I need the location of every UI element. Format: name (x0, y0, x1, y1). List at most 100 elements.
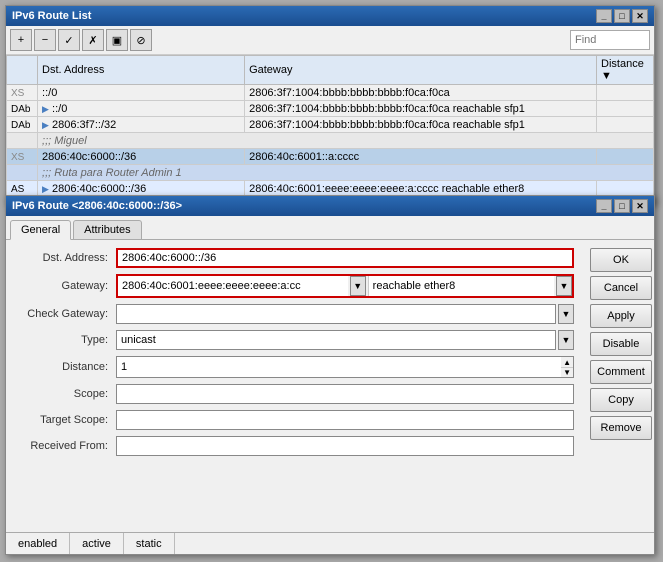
check-gateway-dropdown-btn[interactable]: ▼ (558, 304, 574, 324)
row-distance (597, 85, 654, 101)
row-flag: DAb (7, 117, 38, 133)
copy-button[interactable]: ▣ (106, 29, 128, 51)
filter-button[interactable]: ⊘ (130, 29, 152, 51)
row-dst: ▶ 2806:3f7::/32 (38, 117, 245, 133)
row-section-text: ;;; Miguel (38, 133, 654, 149)
detail-close-button[interactable]: ✕ (632, 199, 648, 213)
row-section-text: ;;; Ruta para Router Admin 1 (38, 165, 654, 181)
detail-minimize-button[interactable]: _ (596, 199, 612, 213)
tab-attributes[interactable]: Attributes (73, 220, 141, 239)
row-distance (597, 101, 654, 117)
gateway-label: Gateway: (16, 280, 116, 292)
type-label: Type: (16, 334, 116, 346)
col-distance[interactable]: Distance ▼ (597, 56, 654, 85)
detail-title-bar: IPv6 Route <2806:40c:6000::/36> _ □ ✕ (6, 196, 654, 216)
type-dropdown-btn[interactable]: ▼ (558, 330, 574, 350)
side-buttons: OK Cancel Apply Disable Comment Copy Rem… (584, 240, 654, 538)
gateway-extra-dropdown-btn[interactable]: ▼ (556, 276, 572, 296)
status-enabled: enabled (6, 533, 70, 554)
detail-maximize-button[interactable]: □ (614, 199, 630, 213)
distance-input[interactable] (117, 357, 561, 377)
comment-button[interactable]: Comment (590, 360, 652, 384)
detail-title: IPv6 Route <2806:40c:6000::/36> (12, 200, 182, 212)
check-gateway-label: Check Gateway: (16, 308, 116, 320)
distance-wrap: ▲ ▼ (116, 356, 574, 378)
maximize-button[interactable]: □ (614, 9, 630, 23)
route-list-window: IPv6 Route List _ □ ✕ + − ✓ ✗ ▣ ⊘ Dst. A… (5, 5, 655, 205)
type-input[interactable] (116, 330, 556, 350)
find-input[interactable] (570, 30, 650, 50)
check-gateway-wrap: ▼ (116, 304, 574, 324)
route-detail-window: IPv6 Route <2806:40c:6000::/36> _ □ ✕ Ge… (5, 195, 655, 555)
row-flag (7, 133, 38, 149)
row-dst: ▶ ::/0 (38, 101, 245, 117)
row-distance (597, 149, 654, 165)
received-from-input[interactable]: PEER-to-MB (116, 436, 574, 456)
type-row: Type: ▼ (16, 330, 574, 350)
gateway-wrap: ▼ ▼ (116, 274, 574, 298)
table-row[interactable]: DAb ▶ 2806:3f7::/32 2806:3f7:1004:bbbb:b… (7, 117, 654, 133)
table-row[interactable]: XS 2806:40c:6000::/36 2806:40c:6001::a:c… (7, 149, 654, 165)
col-gateway[interactable]: Gateway (245, 56, 597, 85)
check-gateway-input[interactable] (116, 304, 556, 324)
copy-button[interactable]: Copy (590, 388, 652, 412)
scope-label: Scope: (16, 388, 116, 400)
dst-address-input[interactable] (116, 248, 574, 268)
row-gateway: 2806:40c:6001::a:cccc (245, 149, 597, 165)
row-gateway: 2806:3f7:1004:bbbb:bbbb:bbbb:f0ca:f0ca r… (245, 117, 597, 133)
distance-up[interactable]: ▲ (561, 358, 573, 368)
remove-button[interactable]: − (34, 29, 56, 51)
check-button[interactable]: ✓ (58, 29, 80, 51)
add-button[interactable]: + (10, 29, 32, 51)
row-flag: XS (7, 85, 38, 101)
table-row-section: ;;; Ruta para Router Admin 1 (7, 165, 654, 181)
col-dst[interactable]: Dst. Address (38, 56, 245, 85)
minimize-button[interactable]: _ (596, 9, 612, 23)
row-gateway: 2806:3f7:1004:bbbb:bbbb:bbbb:f0ca:f0ca (245, 85, 597, 101)
remove-button[interactable]: Remove (590, 416, 652, 440)
row-distance (597, 117, 654, 133)
target-scope-row: Target Scope: 10 (16, 410, 574, 430)
route-list-title: IPv6 Route List (12, 10, 91, 22)
distance-down[interactable]: ▼ (561, 368, 573, 377)
status-bar: enabled active static (6, 532, 654, 554)
type-wrap: ▼ (116, 330, 574, 350)
scope-row: Scope: 30 (16, 384, 574, 404)
table-row[interactable]: DAb ▶ ::/0 2806:3f7:1004:bbbb:bbbb:bbbb:… (7, 101, 654, 117)
distance-spinner: ▲ ▼ (561, 358, 573, 377)
disable-button[interactable]: Disable (590, 332, 652, 356)
gateway-extra-input[interactable] (368, 276, 554, 296)
dst-address-label: Dst. Address: (16, 252, 116, 264)
check-gateway-row: Check Gateway: ▼ (16, 304, 574, 324)
cancel-button[interactable]: ✗ (82, 29, 104, 51)
tab-bar: General Attributes (6, 216, 654, 240)
row-flag: DAb (7, 101, 38, 117)
ok-button[interactable]: OK (590, 248, 652, 272)
scope-input[interactable]: 30 (116, 384, 574, 404)
route-table: Dst. Address Gateway Distance ▼ XS ::/0 … (6, 55, 654, 197)
tab-general[interactable]: General (10, 220, 71, 240)
received-from-row: Received From: PEER-to-MB (16, 436, 574, 456)
row-flag: XS (7, 149, 38, 165)
route-list-title-bar: IPv6 Route List _ □ ✕ (6, 6, 654, 26)
close-button[interactable]: ✕ (632, 9, 648, 23)
gateway-row: Gateway: ▼ ▼ (16, 274, 574, 298)
gateway-input[interactable] (118, 276, 348, 296)
target-scope-input[interactable]: 10 (116, 410, 574, 430)
gateway-dropdown-btn[interactable]: ▼ (350, 276, 366, 296)
status-static: static (124, 533, 175, 554)
apply-button[interactable]: Apply (590, 304, 652, 328)
col-flag (7, 56, 38, 85)
table-row[interactable]: XS ::/0 2806:3f7:1004:bbbb:bbbb:bbbb:f0c… (7, 85, 654, 101)
toolbar: + − ✓ ✗ ▣ ⊘ (6, 26, 654, 55)
row-gateway: 2806:3f7:1004:bbbb:bbbb:bbbb:f0ca:f0ca r… (245, 101, 597, 117)
table-row-section: ;;; Miguel (7, 133, 654, 149)
row-dst: 2806:40c:6000::/36 (38, 149, 245, 165)
route-table-container: Dst. Address Gateway Distance ▼ XS ::/0 … (6, 55, 654, 201)
detail-body: Dst. Address: Gateway: ▼ ▼ Check Gateway… (6, 240, 654, 538)
dst-address-row: Dst. Address: (16, 248, 574, 268)
cancel-button[interactable]: Cancel (590, 276, 652, 300)
distance-row: Distance: ▲ ▼ (16, 356, 574, 378)
detail-title-controls: _ □ ✕ (596, 199, 648, 213)
target-scope-label: Target Scope: (16, 414, 116, 426)
